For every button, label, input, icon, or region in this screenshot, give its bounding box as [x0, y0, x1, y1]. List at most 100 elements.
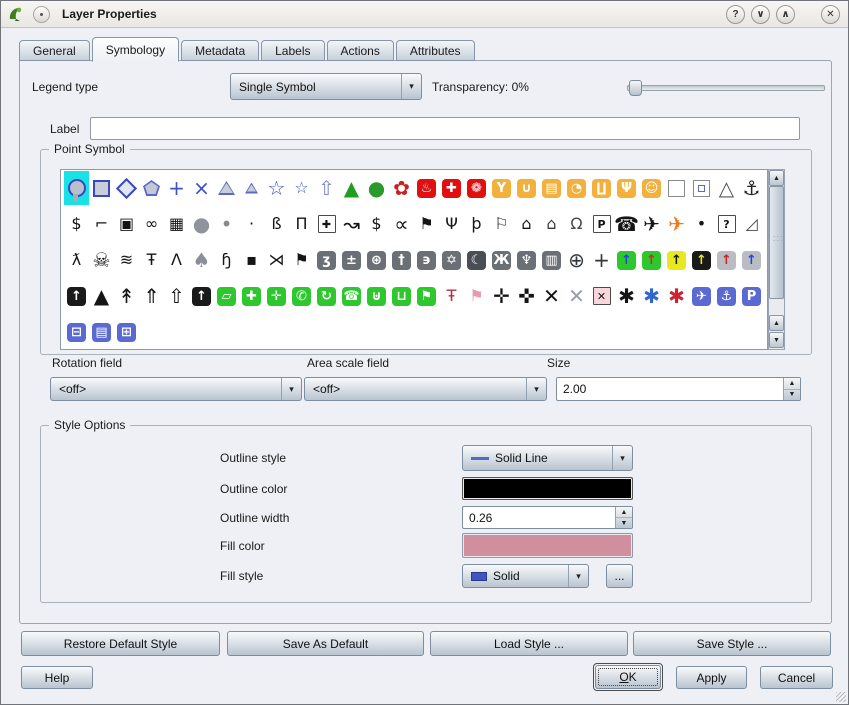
symbol-pentagon[interactable] [139, 171, 164, 205]
symbol-square[interactable] [89, 171, 114, 205]
tab-symbology[interactable]: Symbology [92, 37, 179, 62]
scroll-up-icon[interactable]: ▲ [769, 170, 784, 186]
symbol-pharmacy[interactable]: ✛ [264, 279, 289, 313]
symbol-bus[interactable]: ▤ [89, 315, 114, 349]
apply-button[interactable]: Apply [676, 666, 747, 689]
symbol-petrol[interactable]: þ [464, 207, 489, 241]
symbol-royal-star[interactable]: ❁ [464, 171, 489, 205]
symbol-lodging[interactable]: ⌂ [539, 207, 564, 241]
symbol-bar[interactable]: Y [489, 171, 514, 205]
symbol-hospital[interactable]: ✚ [239, 279, 264, 313]
symbol-ticket[interactable]: ▱ [214, 279, 239, 313]
symbol-arrowhead[interactable]: ▲ [89, 279, 114, 313]
area-scale-field-combo[interactable]: <off> ▾ [304, 377, 547, 401]
symbol-cross-box[interactable]: ✚ [314, 207, 339, 241]
symbol-star-blue[interactable]: ✱ [639, 279, 664, 313]
scroll-down-icon[interactable]: ▼ [769, 332, 784, 348]
symbol-fuel[interactable]: ß [264, 207, 289, 241]
symbol-diamond[interactable] [114, 171, 139, 205]
transparency-slider[interactable] [627, 80, 825, 94]
symbol-star-filled[interactable]: ✱ [614, 279, 639, 313]
symbol-tram[interactable]: ⊞ [114, 315, 139, 349]
symbol-conifer[interactable]: ▲ [339, 171, 364, 205]
symbol-phonecard[interactable]: ✆ [289, 279, 314, 313]
symbol-regular-star[interactable]: ☆ [289, 171, 314, 205]
spin-down-icon[interactable]: ▼ [784, 390, 800, 401]
symbol-dish[interactable]: ◿ [739, 207, 764, 241]
symbol-cinema[interactable]: ▤ [539, 171, 564, 205]
outline-width-spinbox[interactable]: 0.26 ▲ ▼ [462, 506, 633, 529]
symbol-equilateral-triangle[interactable] [239, 171, 264, 205]
symbol-small-square[interactable] [689, 171, 714, 205]
symbol-cross-filled[interactable]: ✛ [489, 279, 514, 313]
spin-up-icon[interactable]: ▲ [616, 507, 632, 518]
symbol-star[interactable]: ☆ [264, 171, 289, 205]
symbol-food[interactable]: Ψ [439, 207, 464, 241]
outline-color-button[interactable] [462, 477, 633, 500]
symbol-cross2[interactable]: × [189, 171, 214, 205]
tab-actions[interactable]: Actions [327, 40, 394, 61]
symbol-tree-gray[interactable]: ♠ [189, 243, 214, 277]
symbol-skiing[interactable]: ƛ [64, 243, 89, 277]
symbol-hiking[interactable]: ɧ [214, 243, 239, 277]
symbol-currency[interactable]: $ [364, 207, 389, 241]
symbol-north-arrow-1[interactable]: ↟ [114, 279, 139, 313]
fill-color-button[interactable] [462, 533, 633, 558]
save-as-default-button[interactable]: Save As Default [227, 631, 424, 656]
load-style-button[interactable]: Load Style ... [430, 631, 628, 656]
symbol-flag-pink[interactable]: ⚑ [464, 279, 489, 313]
symbol-compass[interactable]: ⊕ [564, 243, 589, 277]
symbol-danger[interactable]: ☠ [89, 243, 114, 277]
symbol-x-open[interactable]: ✕ [564, 279, 589, 313]
symbol-arrow-white-on-black[interactable]: ↑ [64, 279, 89, 313]
symbol-north-arrow-3[interactable]: ⇧ [164, 279, 189, 313]
symbol-balloon[interactable]: Ω [564, 207, 589, 241]
window-menu-button[interactable] [33, 6, 50, 23]
symbol-pizzeria[interactable]: ◔ [564, 171, 589, 205]
symbol-christian[interactable]: † [389, 243, 414, 277]
symbol-circle[interactable] [64, 171, 89, 205]
symbol-dollar[interactable]: $ [64, 207, 89, 241]
symbol-golf[interactable]: ⚐ [489, 207, 514, 241]
close-icon[interactable]: ✕ [821, 5, 840, 24]
scrollbar-thumb[interactable] [769, 186, 784, 299]
symbol-supermarket[interactable]: ⊔ [389, 279, 414, 313]
symbol-arrow-red-on-green[interactable]: ↑ [639, 243, 664, 277]
symbol-circle-small[interactable]: • [214, 207, 239, 241]
size-spinbox[interactable]: 2.00 ▲ ▼ [556, 377, 801, 401]
symbol-islamic[interactable]: ☾ [464, 243, 489, 277]
scroll-up2-icon[interactable]: ▲ [769, 315, 784, 331]
unshade-icon[interactable]: ∧ [776, 5, 795, 24]
tab-metadata[interactable]: Metadata [181, 40, 259, 61]
symbol-phone-green[interactable]: ☎ [339, 279, 364, 313]
symbol-smilies[interactable]: ☺ [639, 171, 664, 205]
symbol-cross-dot[interactable]: ✜ [514, 279, 539, 313]
tab-labels[interactable]: Labels [261, 40, 324, 61]
symbol-open-square[interactable] [664, 171, 689, 205]
symbol-camera[interactable]: ▣ [114, 207, 139, 241]
symbol-airport-blue[interactable]: ✈ [689, 279, 714, 313]
symbol-windsock[interactable]: ⋊ [264, 243, 289, 277]
symbol-north-arrow-2[interactable]: ⇑ [139, 279, 164, 313]
symbol-telephone[interactable]: ☎ [614, 207, 639, 241]
symbol-anchor[interactable]: ⚓ [739, 171, 764, 205]
symbol-shinto[interactable]: Ж [489, 243, 514, 277]
spin-up-icon[interactable]: ▲ [784, 378, 800, 390]
tab-general[interactable]: General [19, 40, 90, 61]
symbol-first-aid[interactable]: ✚ [439, 171, 464, 205]
symbol-tree[interactable]: ● [364, 171, 389, 205]
symbol-cafe[interactable]: ∪ [514, 171, 539, 205]
symbol-picnic[interactable]: Ŧ [139, 243, 164, 277]
symbol-airport[interactable]: ✈ [639, 207, 664, 241]
symbol-basket[interactable]: ⊎ [364, 279, 389, 313]
symbol-camp[interactable]: Λ [164, 243, 189, 277]
ok-button[interactable]: OK [595, 665, 661, 689]
symbol-backpacker[interactable]: Ŧ [439, 279, 464, 313]
symbol-cross[interactable]: + [164, 171, 189, 205]
symbol-parking-blue[interactable]: P [739, 279, 764, 313]
symbol-building[interactable]: ▦ [164, 207, 189, 241]
symbol-museum[interactable]: ▥ [539, 243, 564, 277]
symbol-flag-green[interactable]: ⚑ [414, 279, 439, 313]
symbol-dot[interactable]: · [239, 207, 264, 241]
restore-default-style-button[interactable]: Restore Default Style [21, 631, 220, 656]
